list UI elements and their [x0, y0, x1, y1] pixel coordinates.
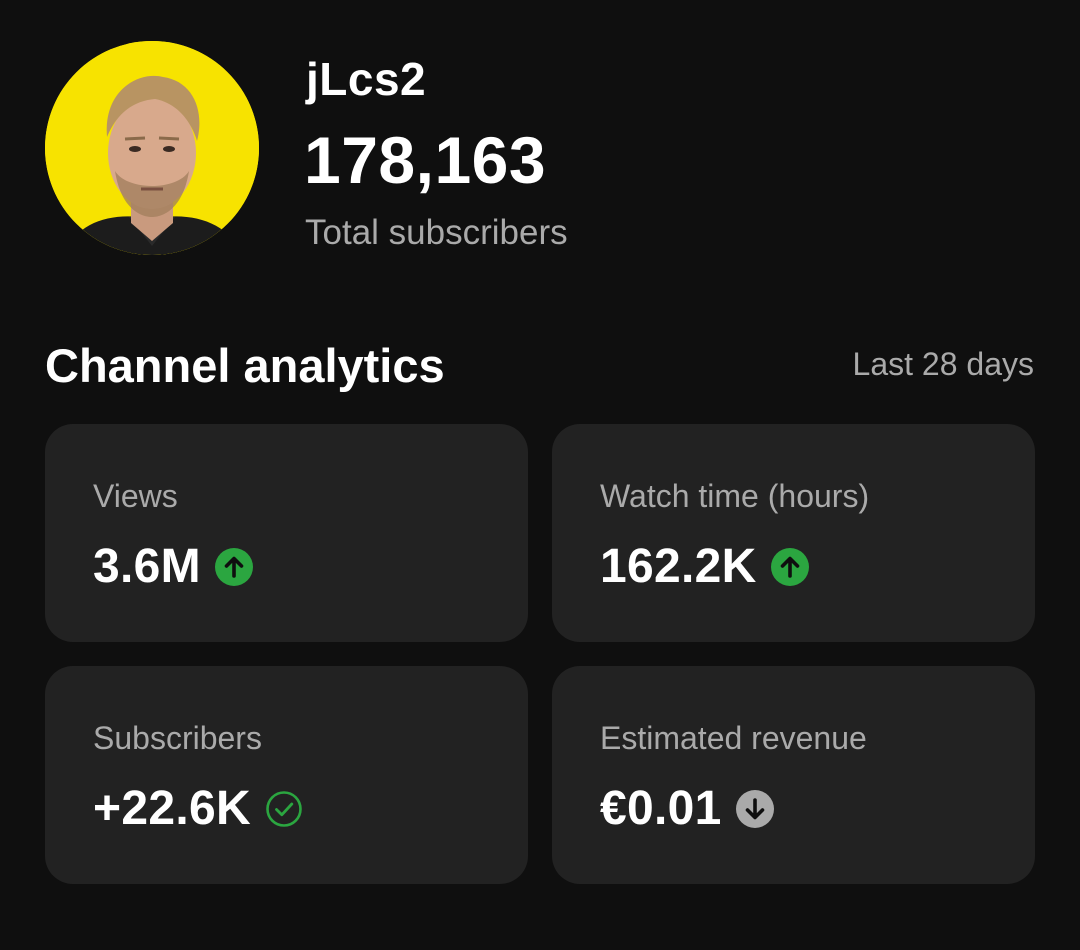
card-value-row: 162.2K — [600, 539, 809, 594]
channel-name: jLcs2 — [306, 53, 427, 105]
card-label: Views — [93, 478, 178, 514]
section-title: Channel analytics — [45, 339, 445, 392]
up-arrow-icon — [770, 547, 809, 586]
revenue-card[interactable]: Estimated revenue €0.01 — [552, 666, 1035, 884]
down-arrow-icon — [735, 789, 774, 828]
card-label: Watch time (hours) — [600, 478, 870, 514]
card-label: Estimated revenue — [600, 720, 867, 756]
analytics-page: jLcs2 178,163 Total subscribers Channel … — [0, 0, 1080, 950]
card-value-row: 3.6M — [93, 539, 253, 594]
card-label: Subscribers — [93, 720, 262, 756]
card-value: €0.01 — [600, 782, 722, 835]
subscriber-count: 178,163 — [304, 123, 547, 197]
check-circle-icon — [265, 790, 303, 828]
watch-time-card[interactable]: Watch time (hours) 162.2K — [552, 424, 1035, 642]
card-value-row: €0.01 — [600, 781, 774, 836]
avatar-image — [45, 41, 259, 255]
up-arrow-icon — [214, 547, 253, 586]
card-value: 162.2K — [600, 540, 757, 593]
card-value: +22.6K — [93, 782, 251, 835]
subscriber-label: Total subscribers — [305, 213, 568, 252]
avatar[interactable] — [45, 41, 259, 255]
card-value-row: +22.6K — [93, 781, 303, 836]
card-value: 3.6M — [93, 540, 201, 593]
views-card[interactable]: Views 3.6M — [45, 424, 528, 642]
date-range-label[interactable]: Last 28 days — [853, 346, 1034, 383]
subscribers-card[interactable]: Subscribers +22.6K — [45, 666, 528, 884]
